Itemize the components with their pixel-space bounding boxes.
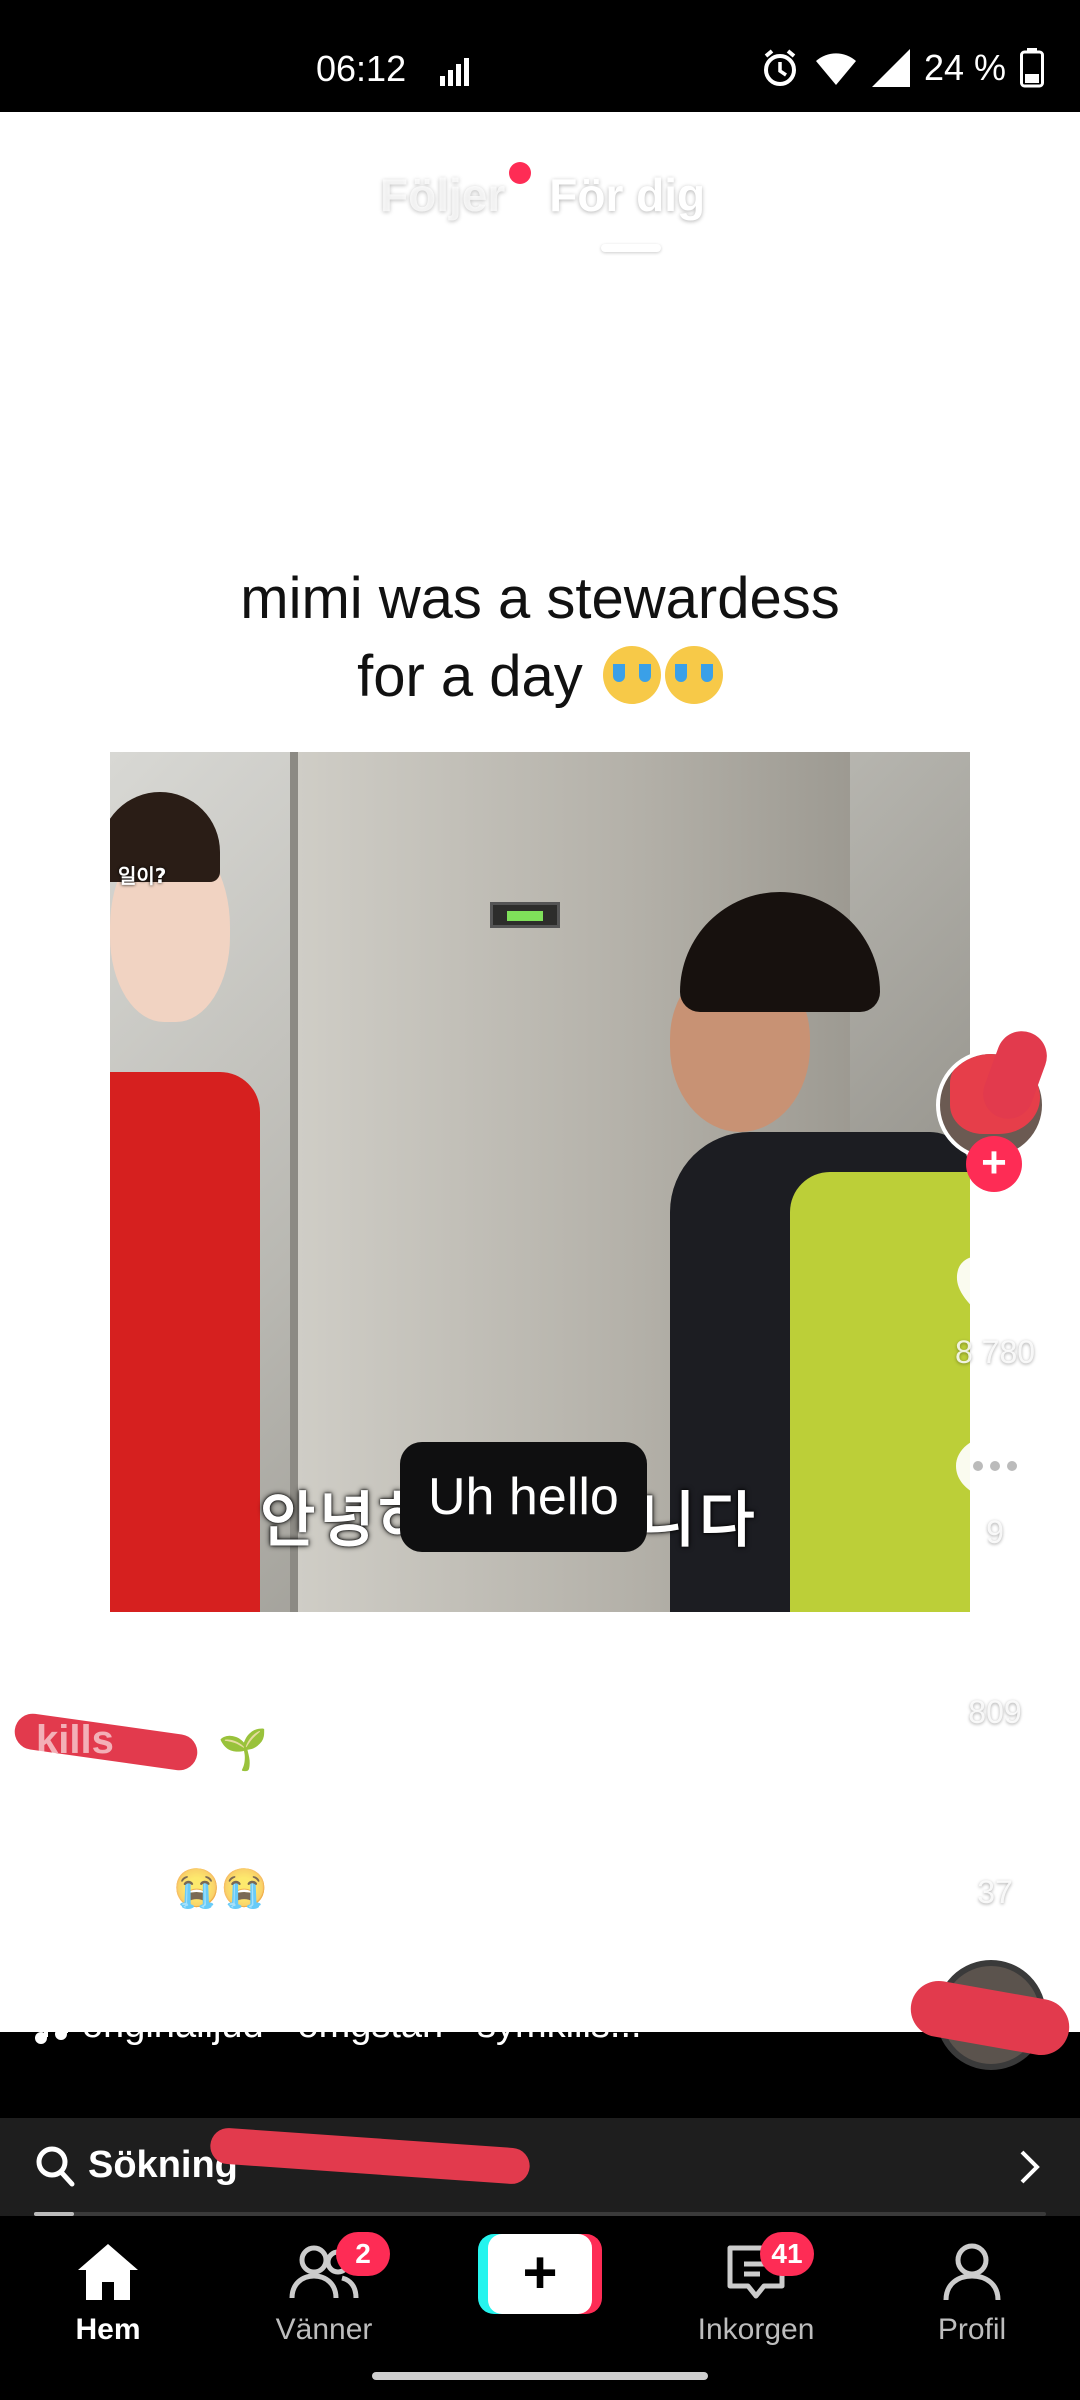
share-icon (956, 1796, 1034, 1862)
door-indicator-light (490, 902, 560, 928)
nav-friends[interactable]: 2 Vänner (244, 2232, 404, 2347)
battery-percentage: 24 % (923, 47, 1006, 88)
wifi-icon (815, 53, 856, 85)
video-caption: mimi was a stewardess for a day (100, 560, 980, 716)
profile-icon (943, 2243, 1001, 2301)
sprout-icon: 🌱 (218, 1728, 268, 1772)
music-note-icon (35, 2006, 68, 2044)
feed-tabs: Följer För dig (380, 162, 705, 252)
caption-line-2: for a day (100, 638, 980, 716)
caption-line-1: mimi was a stewardess (240, 566, 840, 631)
live-label: LIVE (50, 189, 103, 216)
nav-home[interactable]: Hem (28, 2242, 188, 2347)
home-icon (78, 2244, 138, 2300)
home-indicator[interactable] (372, 2372, 708, 2380)
like-button[interactable]: 8 780 (930, 1250, 1060, 1371)
see-more-link[interactable]: Visa mer (628, 1862, 786, 1905)
follow-button[interactable]: + (966, 1136, 1022, 1192)
bookmark-count: 809 (968, 1694, 1022, 1730)
status-time: 06:12 (316, 48, 407, 89)
english-subtitle: Uh hello (400, 1442, 647, 1552)
translate-link[interactable]: Visa översättning (34, 1932, 310, 1974)
tab-following[interactable]: Följer (380, 162, 532, 222)
comment-icon (956, 1436, 1034, 1506)
nav-home-label: Hem (75, 2313, 141, 2346)
nav-inbox[interactable]: 41 Inkorgen (676, 2232, 836, 2347)
bookmark-icon (966, 1614, 1024, 1686)
inbox-badge: 41 (760, 2232, 814, 2276)
tab-for-you[interactable]: För dig (549, 168, 705, 252)
status-bar: 06:12 24 % (0, 0, 1080, 112)
alarm-icon (763, 49, 796, 86)
redaction-scribble (209, 2126, 531, 2186)
video-overlay-text: 일이? (118, 864, 167, 888)
friends-badge: 2 (336, 2232, 390, 2276)
signal-icon (871, 49, 910, 87)
nav-friends-label: Vänner (275, 2313, 373, 2346)
search-icon (36, 2146, 75, 2187)
comment-button[interactable]: 9 (930, 1430, 1060, 1551)
creator-username[interactable]: kills (36, 1718, 114, 1763)
like-count: 8 780 (954, 1334, 1036, 1370)
new-content-dot (509, 162, 532, 184)
active-tab-indicator (601, 244, 662, 252)
description-line-1: her just never clarifying and continuing (34, 1814, 683, 1856)
bookmark-button[interactable]: 809 (930, 1610, 1060, 1731)
video-frame: 일이? 안녕하세요 입니다 Uh hello (110, 752, 970, 1612)
plus-icon: + (488, 2234, 592, 2314)
stewardess-figure (110, 772, 260, 1612)
create-button[interactable]: + (478, 2234, 602, 2314)
share-count: 37 (977, 1874, 1013, 1910)
nav-inbox-label: Inkorgen (697, 2313, 815, 2346)
crying-emoji-icon (664, 646, 723, 704)
live-icon[interactable]: LIVE (40, 164, 114, 230)
heart-icon (956, 1256, 1034, 1326)
comment-count: 9 (986, 1514, 1004, 1550)
crying-emoji-icon (602, 646, 661, 704)
sound-link[interactable]: originalljud - omgstan - symkills... (34, 2004, 642, 2047)
search-suggestion-bar[interactable]: Sökning (0, 2118, 1080, 2216)
share-button[interactable]: 37 (930, 1790, 1060, 1911)
nav-profile-label: Profil (937, 2313, 1007, 2346)
signal-small-icon (440, 58, 469, 86)
status-icons: 24 % (760, 47, 1044, 88)
battery-icon (1020, 48, 1044, 88)
search-icon[interactable] (970, 166, 1038, 234)
nav-profile[interactable]: Profil (892, 2242, 1052, 2347)
chevron-right-icon (1020, 2150, 1040, 2184)
sound-name: originalljud - omgstan - symkills... (82, 2004, 642, 2046)
